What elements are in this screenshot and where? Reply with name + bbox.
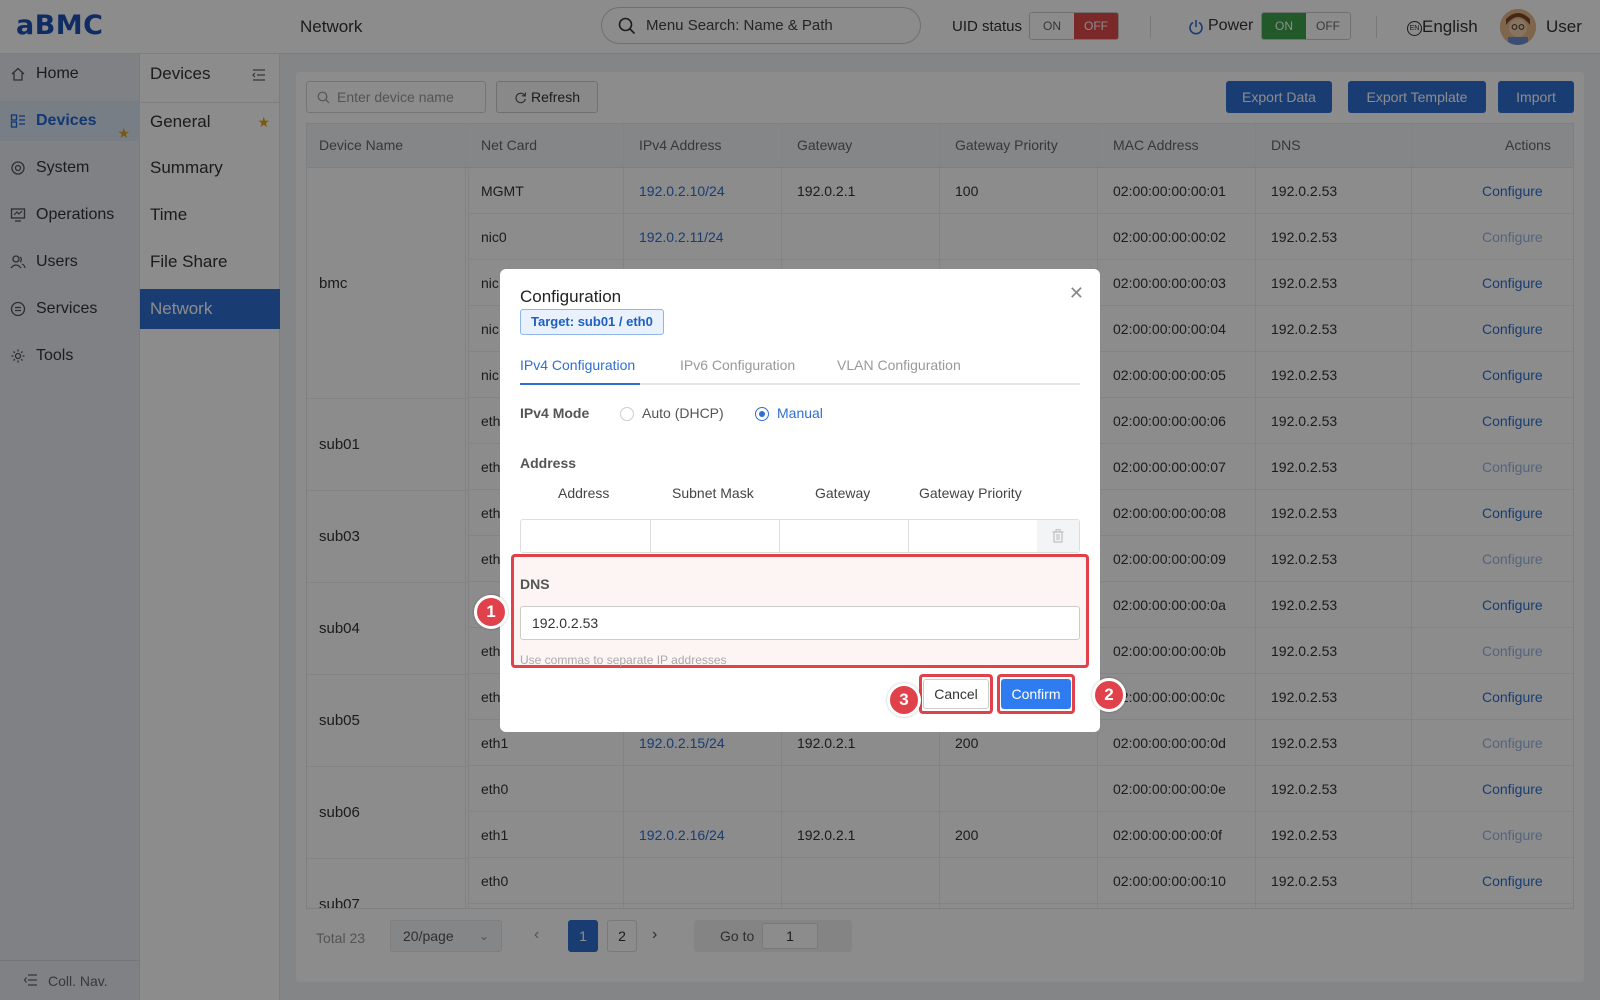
dns-label: DNS [520,576,550,592]
subnet-mask-field[interactable] [651,520,780,552]
address-row [520,519,1080,553]
address-column-header: Subnet Mask [672,485,754,501]
radio-manual[interactable]: Manual [755,405,823,421]
tab-ipv4[interactable]: IPv4 Configuration [520,357,635,373]
cancel-button[interactable]: Cancel [923,679,989,709]
address-column-header: Gateway [815,485,871,501]
confirm-button[interactable]: Confirm [1001,679,1071,709]
annotation-badge: 3 [887,683,921,717]
dns-input[interactable]: 192.0.2.53 [520,606,1080,640]
dns-help-text: Use commas to separate IP addresses [520,653,727,667]
address-column-header: Gateway Priority [919,485,1022,501]
close-icon[interactable]: ✕ [1069,283,1084,304]
tab-ipv6[interactable]: IPv6 Configuration [680,357,795,373]
dialog-title: Configuration [520,287,622,306]
radio-label: Manual [777,405,823,421]
ipv4-mode-label: IPv4 Mode [520,405,590,421]
config-tabs: IPv4 Configuration IPv6 Configuration VL… [520,349,1080,385]
annotation-badge: 2 [1092,678,1126,712]
active-tab-indicator [520,383,640,385]
target-tag: Target: sub01 / eth0 [520,309,664,335]
tab-vlan[interactable]: VLAN Configuration [837,357,961,373]
address-column-header: Address [558,485,610,501]
delete-row-button[interactable] [1037,520,1079,552]
gateway-priority-field[interactable] [909,520,1038,552]
address-section-label: Address [520,455,577,471]
radio-label: Auto (DHCP) [642,405,724,421]
annotation-badge: 1 [474,595,508,629]
radio-checked-icon [755,407,769,421]
address-field[interactable] [521,520,651,552]
gateway-field[interactable] [780,520,909,552]
radio-auto-dhcp[interactable]: Auto (DHCP) [620,405,724,421]
trash-icon [1052,529,1064,543]
configuration-dialog: Configuration ✕ Target: sub01 / eth0 IPv… [500,269,1100,732]
radio-circle-icon [620,407,634,421]
